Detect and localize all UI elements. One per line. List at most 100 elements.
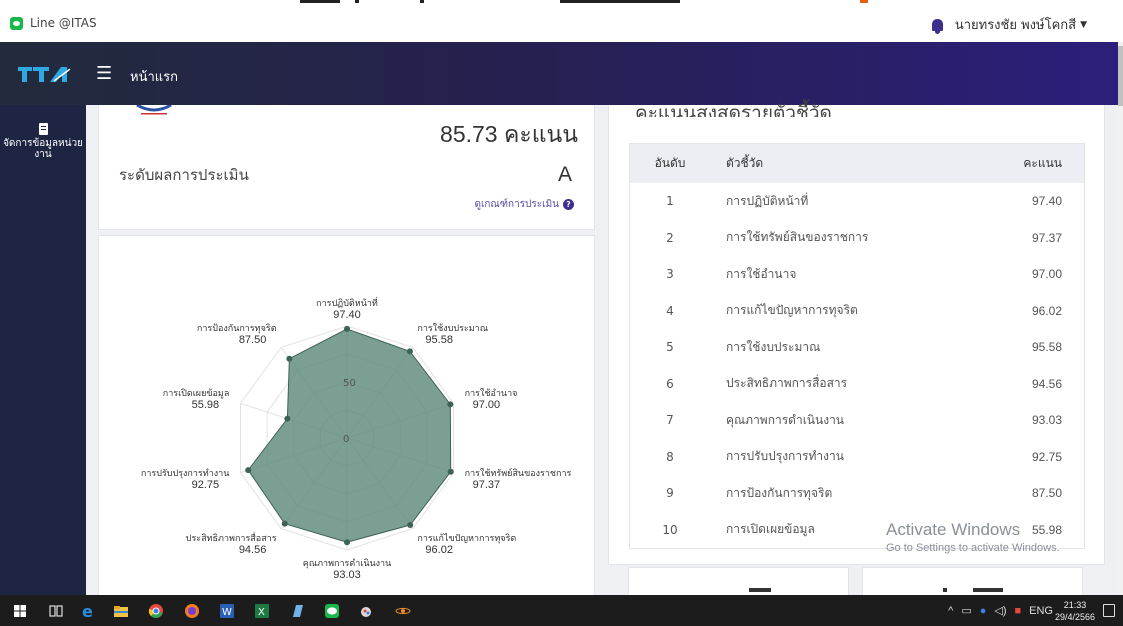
radar-point [447,468,454,475]
indicator-cell: การใช้อำนาจ [726,266,797,281]
hamburger-icon[interactable]: ☰ [96,63,112,84]
summary-card [862,567,1083,595]
line-link[interactable]: Line @ITAS [10,16,97,30]
radar-axis-label: การเปิดเผยข้อมูล [163,388,230,399]
app-header: ☰ หน้าแรก [0,42,1118,105]
radar-axis-label: การใช้ทรัพย์สินของราชการ [465,467,572,479]
table-row: 4 การแก้ไขปัญหาการทุจริต 96.02 [630,293,1084,330]
table-row: 8 การปรับปรุงการทำงาน 92.75 [630,439,1084,476]
line-icon [10,16,23,30]
table-row: 5 การใช้งบประมาณ 95.58 [630,329,1084,366]
header-score: คะแนน [1023,156,1062,170]
chrome-icon[interactable] [148,603,164,619]
language-indicator[interactable]: ENG [1029,605,1053,617]
watermark-title: Activate Windows [886,520,1021,539]
criteria-link[interactable]: ดูเกณฑ์การประเมิน ? [474,197,574,212]
radar-axis-label: การใช้งบประมาณ [417,323,488,334]
indicator-cell: การป้องกันการทุจริต [726,485,833,500]
line-app-icon[interactable] [324,603,340,619]
indicator-cell: การใช้งบประมาณ [726,339,821,354]
table-row: 7 คุณภาพการดำเนินงาน 93.03 [630,402,1084,439]
user-menu[interactable]: นายทรงชัย พงษ์โคกสี ▼ [931,14,1087,35]
agency-logo [136,105,172,115]
radar-scale-label: 0 [343,434,349,445]
radar-value-label: 55.98 [192,399,220,411]
page-scrollbar[interactable] [1118,42,1123,595]
input-method-icon[interactable]: ■ [1015,605,1022,617]
score-cell: 92.75 [1031,449,1062,464]
radar-point [281,520,288,527]
rank-cell: 3 [666,267,674,282]
radar-data-area [247,328,452,543]
activate-windows-watermark: Activate Windows Go to Settings to activ… [886,520,1060,554]
rank-cell: 8 [666,449,674,464]
ita-logo[interactable] [18,64,76,84]
sidebar-item-label: จัดการข้อมูลหน่วยงาน [3,138,83,160]
table-row: 9 การป้องกันการทุจริต 87.50 [630,475,1084,512]
rank-cell: 7 [666,413,674,428]
radar-value-label: 87.50 [239,334,267,346]
taskbar-clock[interactable]: 21:33 29/4/2566 [1055,599,1095,623]
radar-point [447,401,454,408]
header-indicator: ตัวชี้วัด [726,156,764,170]
sidebar: จัดการข้อมูลหน่วยงาน [0,105,86,595]
file-explorer-icon[interactable] [113,603,129,619]
radar-point [407,522,414,529]
rank-cell: 1 [666,194,674,209]
edge-icon[interactable]: e [80,603,96,619]
radar-value-label: 94.56 [239,544,267,556]
level-label: ระดับผลการประเมิน [119,166,249,184]
radar-axis-label: การแก้ไขปัญหาการทุจริต [417,533,516,544]
scrollbar-thumb[interactable] [1118,46,1123,106]
ranking-card: คะแนนสูงสุดรายตัวชี้วัด อันดับ ตัวชี้วัด… [608,102,1105,565]
task-view-icon[interactable] [48,603,64,619]
rank-cell: 10 [662,522,678,537]
home-link[interactable]: หน้าแรก [130,66,178,87]
score-cell: 96.02 [1031,303,1062,318]
firefox-icon[interactable] [184,603,200,619]
svg-text:W: W [222,607,232,618]
radar-point [406,348,413,355]
sidebar-item-agency-data[interactable]: จัดการข้อมูลหน่วยงาน [0,123,86,160]
score-cell: 95.58 [1031,340,1062,355]
volume-icon[interactable]: ◁) [994,604,1006,617]
ranking-table: อันดับ ตัวชี้วัด คะแนน 1 การปฏิบัติหน้าที… [629,143,1085,549]
score-cell: 97.00 [1031,267,1062,282]
radar-value-label: 93.03 [333,569,361,581]
system-tray: ^ ▭ ● ◁) ■ ENG [948,604,1053,618]
react-icon[interactable] [395,603,411,619]
ranking-title: คะแนนสูงสุดรายตัวชี้วัด [635,102,832,117]
svg-text:X: X [258,607,265,618]
ranking-header-row: อันดับ ตัวชี้วัด คะแนน [630,144,1084,183]
rank-cell: 6 [666,376,674,391]
clipboard-icon [38,123,48,135]
score-cell: 97.40 [1031,194,1062,209]
notification-icon[interactable] [1103,604,1115,617]
location-icon[interactable]: ● [980,605,987,617]
radar-axis-label: การใช้อำนาจ [465,388,518,399]
windows-taskbar: e W X ^ ▭ ● ◁) ■ ENG 21:33 29/4/2566 [0,595,1123,626]
paint-icon[interactable] [359,603,375,619]
radar-value-label: 95.58 [425,334,453,346]
excel-icon[interactable]: X [254,603,270,619]
table-row: 3 การใช้อำนาจ 97.00 [630,256,1084,293]
table-row: 6 ประสิทธิภาพการสื่อสาร 94.56 [630,366,1084,403]
bell-icon[interactable] [931,18,943,34]
total-score: 85.73 คะแนน [440,121,578,147]
radar-axis-label: การป้องกันการทุจริต [197,323,277,334]
score-card: 85.73 คะแนน ระดับผลการประเมิน A ดูเกณฑ์ก… [98,105,595,230]
word-icon[interactable]: W [219,603,235,619]
radar-value-label: 97.37 [473,479,501,491]
caret-down-icon: ▼ [1080,19,1087,30]
watermark-subtitle: Go to Settings to activate Windows. [886,542,1060,554]
network-icon[interactable]: ▭ [961,604,971,617]
radar-point [344,325,350,332]
rank-cell: 5 [666,340,674,355]
radar-axis-label: ประสิทธิภาพการสื่อสาร [186,531,277,544]
table-row: 1 การปฏิบัติหน้าที่ 97.40 [630,183,1084,220]
radar-chart: 050การปฏิบัติหน้าที่97.40การใช้งบประมาณ9… [141,296,572,581]
radar-scale-label: 50 [343,378,356,389]
notepad-icon[interactable] [290,603,306,619]
chevron-up-icon[interactable]: ^ [948,605,953,617]
windows-start-icon[interactable] [12,603,28,619]
